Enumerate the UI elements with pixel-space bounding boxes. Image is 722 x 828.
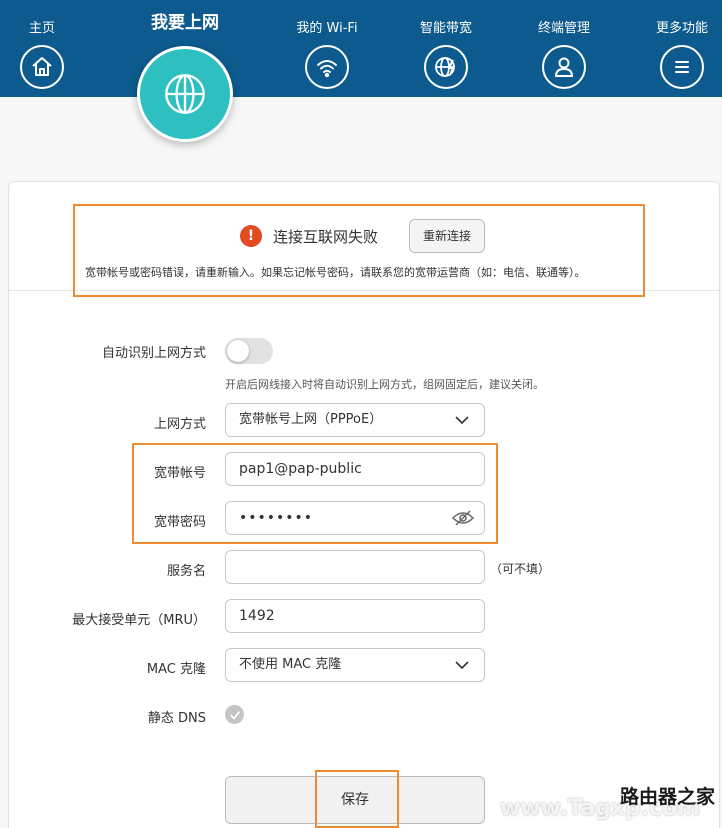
chevron-down-icon — [455, 416, 469, 425]
mac-clone-select[interactable]: 不使用 MAC 克隆 — [225, 648, 485, 682]
auto-detect-label: 自动识别上网方式 — [101, 346, 206, 361]
nav-item-more[interactable]: 更多功能 — [637, 0, 722, 89]
mru-input[interactable]: 1492 — [225, 599, 485, 633]
nav-label-devices: 终端管理 — [537, 21, 590, 36]
mode-select[interactable]: 宽带帐号上网（PPPoE） — [225, 403, 485, 437]
auto-detect-hint: 开启后网线接入时将自动识别上网方式，组网固定后，建议关闭。 — [225, 378, 544, 391]
globe-icon[interactable] — [137, 46, 233, 142]
top-nav-bar: 主页 我的 Wi-Fi 智能带宽 终端管理 更多功能 — [0, 0, 722, 97]
password-label: 宽带密码 — [153, 515, 206, 530]
home-icon — [20, 45, 64, 89]
wifi-icon — [305, 45, 349, 89]
nav-label-more: 更多功能 — [655, 21, 708, 36]
mac-clone-label: MAC 克隆 — [146, 662, 206, 677]
password-input[interactable]: •••••••• — [225, 501, 485, 535]
mac-clone-value: 不使用 MAC 克隆 — [239, 657, 342, 672]
nav-item-home[interactable]: 主页 — [0, 0, 87, 89]
mru-label: 最大接受单元（MRU） — [72, 613, 206, 628]
toggle-knob — [227, 340, 249, 362]
user-icon — [542, 45, 586, 89]
watermark-text: 路由器之家 — [620, 786, 716, 808]
eye-slash-icon[interactable] — [452, 509, 474, 527]
service-label: 服务名 — [166, 564, 206, 579]
nav-item-wifi[interactable]: 我的 Wi-Fi — [282, 0, 372, 89]
menu-icon — [660, 45, 704, 89]
mode-value: 宽带帐号上网（PPPoE） — [239, 412, 383, 427]
nav-label-internet-active[interactable]: 我要上网 — [130, 8, 240, 33]
service-input[interactable] — [225, 550, 485, 584]
checkmark-icon — [229, 710, 240, 720]
bandwidth-globe-icon — [424, 45, 468, 89]
account-input[interactable]: pap1@pap-public — [225, 452, 485, 486]
nav-item-devices[interactable]: 终端管理 — [519, 0, 609, 89]
mode-label: 上网方式 — [153, 417, 206, 432]
error-icon: ! — [240, 225, 262, 247]
error-highlight-box — [73, 204, 645, 297]
auto-detect-toggle[interactable] — [225, 338, 273, 364]
password-value: •••••••• — [239, 510, 314, 526]
save-highlight-box — [315, 770, 399, 828]
static-dns-checkbox[interactable] — [225, 705, 244, 724]
nav-label-bandwidth: 智能带宽 — [419, 21, 472, 36]
error-description: 宽带帐号或密码错误，请重新输入。如果忘记帐号密码，请联系您的宽带运营商（如：电信… — [85, 266, 586, 279]
account-label: 宽带帐号 — [153, 466, 206, 481]
chevron-down-icon — [455, 661, 469, 670]
error-title: 连接互联网失败 — [273, 228, 379, 246]
service-hint: （可不填） — [490, 562, 551, 576]
nav-label-wifi: 我的 Wi-Fi — [296, 21, 358, 36]
nav-item-bandwidth[interactable]: 智能带宽 — [401, 0, 491, 89]
reconnect-button[interactable]: 重新连接 — [409, 219, 485, 253]
static-dns-label: 静态 DNS — [147, 711, 206, 726]
nav-label-home: 主页 — [28, 21, 55, 36]
